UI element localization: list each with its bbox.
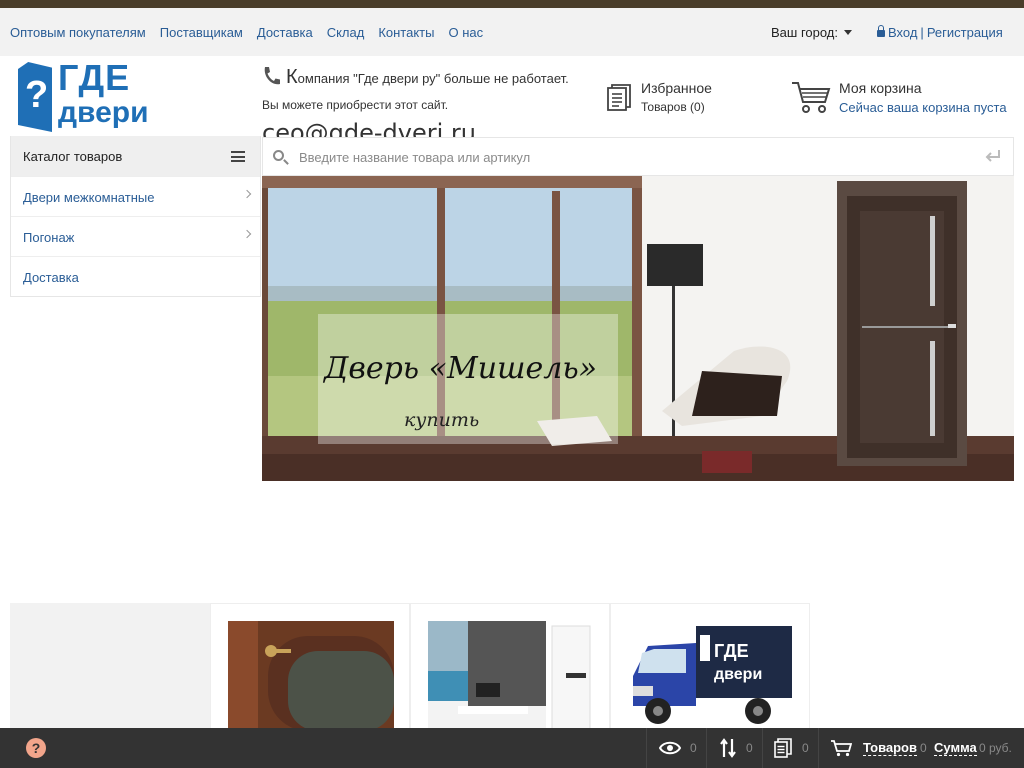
login-link[interactable]: Вход: [888, 25, 917, 40]
top-stripe: [0, 0, 1024, 8]
viewed-count: 0: [690, 741, 697, 755]
svg-text:ГДЕ: ГДЕ: [714, 641, 749, 661]
catalog-item-label: Двери межкомнатные: [23, 190, 155, 205]
wood-door-image: [228, 621, 394, 728]
search-bar: [262, 137, 1014, 176]
nav-link-delivery[interactable]: Доставка: [257, 25, 313, 40]
register-link[interactable]: Регистрация: [927, 25, 1003, 40]
catalog-item-moldings[interactable]: Погонаж: [11, 216, 260, 256]
favorites-count: Товаров (0): [641, 100, 705, 114]
tile-delivery[interactable]: ГДЕ двери: [610, 603, 810, 728]
nav-link-contacts[interactable]: Контакты: [378, 25, 434, 40]
logo-question-mark: ?: [18, 62, 52, 132]
menu-icon[interactable]: [231, 151, 245, 162]
phone-icon: [262, 66, 280, 91]
svg-text:двери: двери: [714, 666, 762, 683]
tile-interior-doors[interactable]: [210, 603, 410, 728]
category-tiles: ГДЕ двери: [10, 603, 810, 728]
notice-line2: Вы можете приобрести этот сайт.: [262, 98, 449, 112]
notice-first-letter: К: [286, 66, 298, 88]
favorites-bar-widget[interactable]: 0: [762, 728, 818, 768]
cart-title: Моя корзина: [839, 80, 922, 96]
compare-arrows-icon: [720, 738, 736, 758]
promo-banner[interactable]: Дверь «Мишель» купить: [262, 176, 1014, 481]
site-logo[interactable]: ? ГДЕ двери: [16, 57, 149, 134]
nav-link-wholesale[interactable]: Оптовым покупателям: [10, 25, 146, 40]
logo-text-line2: двери: [58, 96, 149, 129]
city-label: Ваш город:: [771, 25, 838, 40]
catalog-item-label: Доставка: [23, 270, 79, 285]
city-selector[interactable]: Ваш город:: [771, 25, 852, 40]
catalog-item-label: Погонаж: [23, 230, 75, 245]
banner-title: Дверь «Мишель»: [324, 351, 598, 386]
catalog-title: Каталог товаров: [23, 149, 123, 164]
compare-count: 0: [746, 741, 753, 755]
enter-icon[interactable]: [985, 149, 1001, 163]
top-nav-links: Оптовым покупателям Поставщикам Доставка…: [10, 25, 497, 40]
delivery-truck-image: ГДЕ двери: [628, 621, 794, 728]
viewed-widget[interactable]: 0: [646, 728, 706, 768]
logo-glyph: ?: [25, 74, 49, 116]
tile-moldings[interactable]: [410, 603, 610, 728]
notice-line1: Компания "Где двери ру" больше не работа…: [286, 66, 569, 89]
nav-link-suppliers[interactable]: Поставщикам: [160, 25, 243, 40]
eye-icon: [659, 741, 681, 755]
cart-icon: [792, 82, 831, 113]
banner-buy-link[interactable]: купить: [404, 409, 479, 431]
cart-sum-value: 0 руб.: [979, 741, 1012, 755]
logo-text-line1: ГДЕ: [58, 57, 131, 98]
cart-sum-link[interactable]: Сумма: [934, 740, 977, 756]
chevron-right-icon: [242, 189, 252, 199]
lock-icon: [877, 25, 885, 37]
room-door-image: [428, 621, 594, 728]
search-input[interactable]: [299, 146, 979, 168]
favorites-title: Избранное: [641, 80, 712, 96]
auth-links: Вход | Регистрация: [877, 25, 1003, 40]
cart-goods-link[interactable]: Товаров: [863, 740, 917, 756]
favorites-list-icon: [607, 84, 631, 111]
chevron-down-icon: [844, 30, 852, 35]
cart-goods-count: 0: [920, 741, 927, 755]
bottom-bar: ? 0 0 0 Товаров 0 Сумма 0 руб.: [0, 728, 1024, 768]
nav-link-warehouse[interactable]: Склад: [327, 25, 365, 40]
help-icon[interactable]: ?: [26, 738, 46, 758]
compare-widget[interactable]: 0: [706, 728, 762, 768]
cart-icon: [831, 740, 852, 757]
chevron-right-icon: [242, 229, 252, 239]
catalog-menu: Каталог товаров Двери межкомнатные Погон…: [10, 136, 261, 297]
top-nav: Оптовым покупателям Поставщикам Доставка…: [0, 8, 1024, 56]
favorites-bar-count: 0: [802, 741, 809, 755]
nav-link-about[interactable]: О нас: [448, 25, 483, 40]
notice-line1-text: омпания "Где двери ру" больше не работае…: [297, 71, 569, 86]
cart-bar-widget[interactable]: Товаров 0 Сумма 0 руб.: [818, 728, 1024, 768]
catalog-item-delivery[interactable]: Доставка: [11, 256, 260, 296]
catalog-item-interior-doors[interactable]: Двери межкомнатные: [11, 176, 260, 216]
auth-separator: |: [920, 25, 924, 40]
favorites-list-icon: [774, 738, 792, 758]
catalog-header[interactable]: Каталог товаров: [11, 136, 260, 176]
cart-status[interactable]: Сейчас ваша корзина пуста: [839, 100, 1007, 115]
tile-placeholder: [10, 603, 210, 728]
search-icon: [273, 150, 284, 161]
